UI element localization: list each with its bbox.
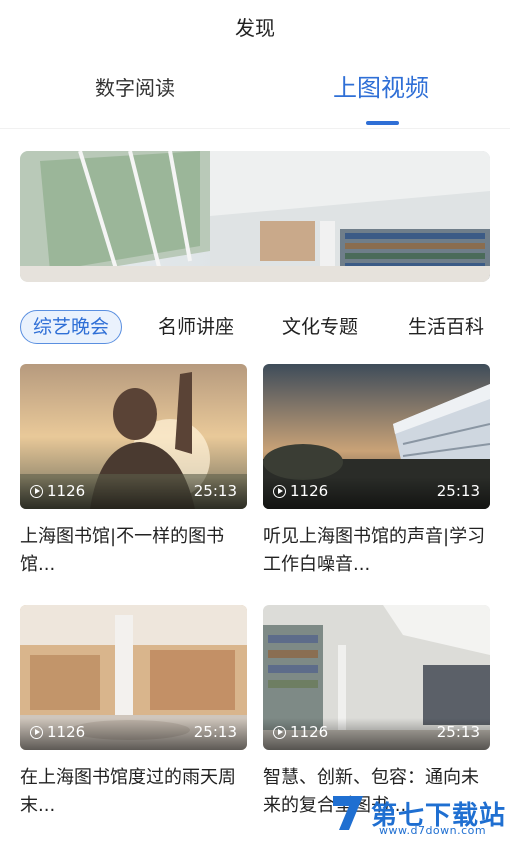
video-duration: 25:13 <box>436 723 480 741</box>
top-bar: 发现 <box>0 0 510 52</box>
video-card[interactable]: 1126 25:13 听见上海图书馆的声音|学习工作白噪音... <box>263 364 490 579</box>
view-count: 1126 <box>273 723 328 741</box>
category-bar: 综艺晚会 名师讲座 文化专题 生活百科 <box>20 310 510 346</box>
site-watermark: 第七下载站 www.d7down.com <box>325 790 506 837</box>
category-life-encyclopedia[interactable]: 生活百科 <box>408 310 484 344</box>
video-meta: 1126 25:13 <box>20 477 247 509</box>
video-title[interactable]: 在上海图书馆度过的雨天周末... <box>20 764 247 820</box>
video-card[interactable]: 1126 25:13 在上海图书馆度过的雨天周末... <box>20 605 247 820</box>
video-duration: 25:13 <box>436 482 480 500</box>
category-variety-show[interactable]: 综艺晚会 <box>20 310 123 344</box>
category-culture-topics[interactable]: 文化专题 <box>282 310 358 344</box>
play-icon <box>30 484 43 498</box>
play-icon <box>273 725 286 739</box>
tab-bar: 数字阅读 上图视频 <box>0 52 510 129</box>
video-meta: 1126 25:13 <box>263 718 490 750</box>
video-meta: 1126 25:13 <box>263 477 490 509</box>
video-thumbnail[interactable]: 1126 25:13 <box>263 364 490 509</box>
video-card[interactable]: 1126 25:13 智慧、创新、包容：通向未来的复合型图书... <box>263 605 490 820</box>
video-thumbnail[interactable]: 1126 25:13 <box>20 364 247 509</box>
view-count: 1126 <box>30 482 85 500</box>
tab-library-video[interactable]: 上图视频 <box>333 68 429 103</box>
video-thumbnail[interactable]: 1126 25:13 <box>20 605 247 750</box>
video-duration: 25:13 <box>193 482 237 500</box>
view-count: 1126 <box>273 482 328 500</box>
play-icon <box>273 484 286 498</box>
video-duration: 25:13 <box>193 723 237 741</box>
tab-indicator <box>366 121 399 125</box>
tab-digital-reading[interactable]: 数字阅读 <box>95 72 175 101</box>
watermark-logo-icon <box>332 796 363 830</box>
video-thumbnail[interactable]: 1126 25:13 <box>263 605 490 750</box>
play-icon <box>30 725 43 739</box>
banner-image[interactable] <box>20 151 490 282</box>
video-card[interactable]: 1126 25:13 上海图书馆|不一样的图书馆... <box>20 364 247 579</box>
video-title[interactable]: 上海图书馆|不一样的图书馆... <box>20 523 247 579</box>
watermark-domain: www.d7down.com <box>378 824 487 837</box>
video-meta: 1126 25:13 <box>20 718 247 750</box>
category-lectures[interactable]: 名师讲座 <box>158 310 234 344</box>
view-count: 1126 <box>30 723 85 741</box>
page-title: 发现 <box>235 15 275 40</box>
video-title[interactable]: 听见上海图书馆的声音|学习工作白噪音... <box>263 523 490 579</box>
